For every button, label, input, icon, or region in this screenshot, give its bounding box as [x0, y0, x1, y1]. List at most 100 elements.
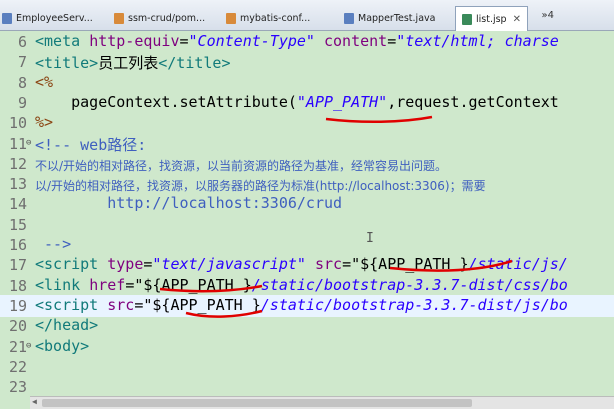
code-line[interactable]: 13 以/开始的相对路径，找资源，以服务器的路径为标准(http://localh…	[0, 173, 614, 195]
code-text: <link href="${APP_PATH }/static/bootstra…	[35, 276, 568, 294]
code-line[interactable]: 12 不以/开始的相对路径，找资源，以当前资源的路径为基准，经常容易出问题。	[0, 153, 614, 175]
tab-list-jsp[interactable]: list.jsp ✕	[455, 6, 528, 31]
code-token: </title>	[158, 54, 231, 73]
code-line[interactable]: 11 ⊖ <!-- web路径:	[0, 133, 614, 155]
code-line[interactable]: 23	[0, 376, 614, 397]
line-number: 18	[8, 276, 27, 295]
code-token: 不以/开始的相对路径，找资源，以当前资源的路径为基准，经常容易出问题。	[35, 158, 448, 173]
code-token: <%	[35, 72, 54, 91]
line-number: 13	[8, 175, 27, 194]
line-number: 16	[8, 236, 27, 254]
code-text: <script src="${APP_PATH }/static/bootstr…	[35, 296, 568, 314]
code-token: /static/bootstrap-3.3.7-dist/css/bo	[251, 275, 568, 294]
line-number: 15	[8, 215, 27, 234]
code-token: /static/bootstrap-3.3.7-dist/js/bo	[260, 295, 568, 314]
code-line[interactable]: 20 </head>	[0, 315, 614, 337]
java-file-icon	[344, 12, 354, 24]
code-token: src	[314, 255, 343, 274]
code-line[interactable]: 7 <title>员工列表</title>	[0, 51, 614, 73]
code-line[interactable]: 22	[0, 356, 614, 378]
tab-label: mybatis-conf...	[240, 12, 311, 24]
line-number: 11	[8, 134, 27, 153]
code-editor[interactable]: 6 <meta http-equiv="Content-Type" content…	[0, 31, 614, 397]
code-text: <title>员工列表</title>	[35, 52, 230, 73]
code-token: "text/html; charse	[396, 32, 559, 50]
code-line[interactable]: 8 <%	[0, 72, 614, 94]
tab-mybatis-config[interactable]: mybatis-conf...	[226, 8, 338, 28]
code-text: <script type="text/javascript" src="${AP…	[35, 255, 568, 273]
code-token: "${APP_PATH }	[134, 275, 252, 294]
code-line[interactable]: 21 ⊖ <body>	[0, 336, 614, 358]
line-number: 9	[17, 93, 27, 112]
code-line[interactable]: 16 -->	[0, 234, 614, 256]
code-token: <meta	[35, 32, 90, 50]
code-token: href	[89, 275, 126, 294]
code-text: <meta http-equiv="Content-Type" content=…	[35, 32, 559, 50]
code-line[interactable]: 18 <link href="${APP_PATH }/static/bootst…	[0, 275, 614, 297]
tab-label: MapperTest.java	[358, 12, 436, 24]
scroll-left-icon[interactable]: ◀	[32, 397, 37, 406]
fold-toggle-icon[interactable]: ⊖	[26, 138, 31, 148]
tab-label: list.jsp	[476, 13, 507, 25]
code-token: <body>	[35, 336, 90, 355]
code-line[interactable]: 6 <meta http-equiv="Content-Type" content…	[0, 31, 614, 53]
horizontal-scrollbar[interactable]: ◀	[30, 396, 614, 409]
code-token: <link	[35, 275, 90, 294]
code-text: <%	[35, 73, 53, 91]
code-text: 不以/开始的相对路径，找资源，以当前资源的路径为基准，经常容易出问题。	[35, 157, 447, 174]
line-number: 22	[8, 357, 27, 376]
code-line[interactable]: 9 pageContext.setAttribute("APP_PATH",re…	[0, 92, 614, 114]
code-text: <!-- web路径:	[35, 134, 146, 155]
code-token: 员工列表	[98, 54, 159, 73]
code-line[interactable]: 10 %>	[0, 112, 614, 134]
code-token: "${APP_PATH }	[351, 255, 469, 274]
code-token: "text/javascript"	[152, 255, 306, 274]
line-number: 19	[8, 296, 27, 315]
line-number: 14	[8, 195, 27, 214]
line-number: 10	[8, 114, 27, 133]
code-token: type	[107, 255, 144, 274]
code-token: "Content-Type"	[188, 32, 315, 50]
line-number: 7	[17, 53, 27, 72]
code-token: ,request.getContext	[387, 92, 559, 111]
code-token: 以/开始的相对路径，找资源，以服务器的路径为标准(http://localhos…	[35, 179, 486, 194]
close-tab-icon[interactable]: ✕	[513, 14, 521, 25]
code-line[interactable]: 19 <script src="${APP_PATH }/static/boots…	[0, 294, 614, 317]
scrollbar-thumb[interactable]	[42, 399, 472, 407]
tab-overflow-button[interactable]: »4	[542, 10, 554, 21]
code-token: =	[342, 255, 352, 274]
code-text: -->	[35, 235, 71, 253]
code-token: %>	[35, 113, 54, 132]
tab-pom[interactable]: ssm-crud/pom...	[114, 8, 220, 28]
code-token: "APP_PATH"	[296, 92, 388, 111]
code-line[interactable]: 15	[0, 214, 614, 236]
code-token: <script	[35, 295, 108, 314]
line-number: 21	[8, 337, 27, 356]
code-text: %>	[35, 113, 53, 131]
code-token: src	[107, 295, 135, 314]
line-number: 23	[8, 378, 27, 397]
xml-file-icon	[226, 12, 236, 24]
code-token: =	[179, 32, 189, 50]
editor-tab-bar: EmployeeServ... ssm-crud/pom... mybatis-…	[0, 0, 614, 31]
text-cursor-icon: I	[366, 231, 374, 246]
line-number: 6	[17, 33, 27, 51]
code-line[interactable]: 14 http://localhost:3306/crud	[0, 193, 614, 215]
tab-mapper-test[interactable]: MapperTest.java	[344, 8, 448, 28]
code-token: =	[387, 32, 397, 50]
code-text: </head>	[35, 316, 98, 334]
tab-employee-service[interactable]: EmployeeServ...	[2, 8, 110, 28]
code-line[interactable]: 17 <script type="text/javascript" src="${…	[0, 254, 614, 276]
code-text: 以/开始的相对路径，找资源，以服务器的路径为标准(http://localhos…	[35, 177, 486, 194]
code-text: http://localhost:3306/crud	[35, 194, 342, 212]
line-number: 17	[8, 256, 27, 275]
code-text: <body>	[35, 337, 89, 355]
code-token: <!-- web路径:	[35, 135, 147, 154]
tab-label: ssm-crud/pom...	[128, 12, 206, 24]
jsp-file-icon	[462, 13, 472, 25]
fold-toggle-icon[interactable]: ⊖	[26, 341, 31, 351]
code-token: pageContext.setAttribute(	[35, 92, 297, 111]
code-token: http://localhost:3306/crud	[35, 194, 343, 213]
java-file-icon	[2, 12, 12, 24]
